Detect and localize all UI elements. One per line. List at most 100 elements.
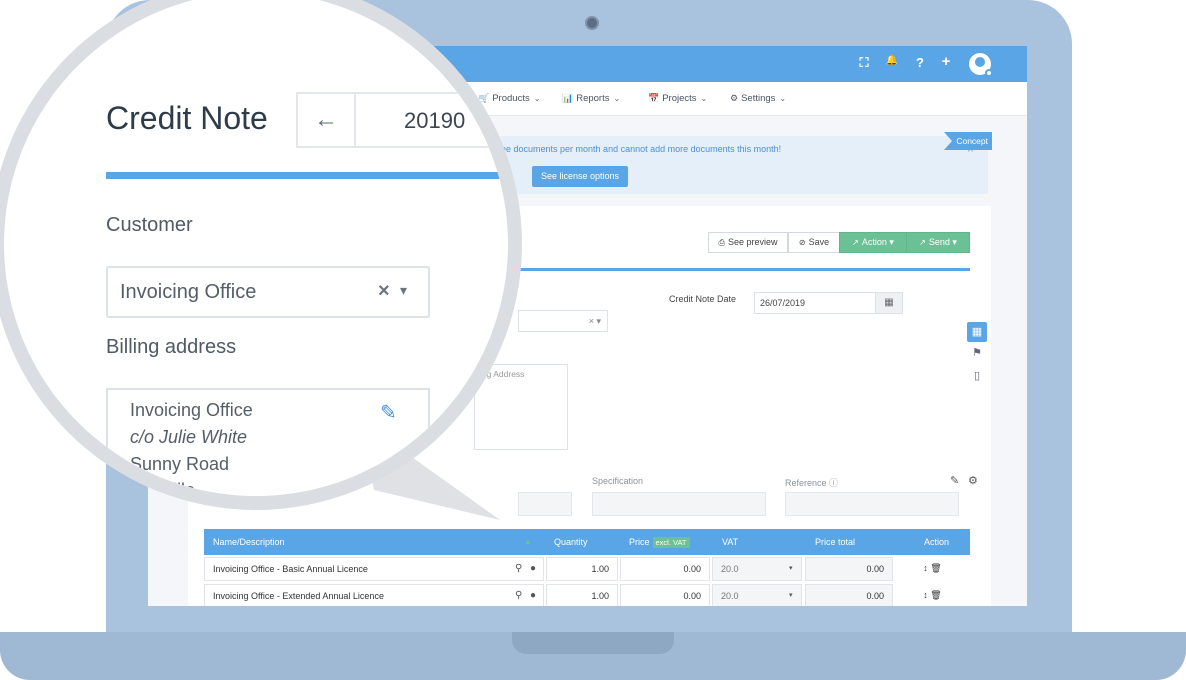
trash-icon[interactable]: 🗑 [930, 590, 941, 600]
excl-vat-badge: excl. VAT [652, 537, 690, 548]
laptop-notch [512, 632, 674, 654]
billing-address-box[interactable]: Invoicing Office c/o Julie White Sunny R… [106, 388, 430, 496]
chevron-down-icon: ⌄ [533, 94, 541, 103]
specification-field[interactable] [592, 492, 766, 516]
external-link-icon: ↗ [919, 238, 926, 247]
gear-icon[interactable]: ⚙ [968, 474, 978, 487]
help-icon[interactable]: ? [912, 55, 928, 70]
menu-label: Reports [576, 93, 610, 104]
price-field[interactable]: 0.00 [620, 584, 710, 606]
bar-chart-icon: 📊 [562, 93, 574, 103]
check-circle-icon: ⊘ [798, 238, 806, 247]
save-button[interactable]: ⊘ Save [788, 232, 840, 253]
flag-icon[interactable]: ⚑ [967, 343, 987, 363]
chevron-down-icon: ⌄ [700, 94, 708, 103]
gear-icon: ⚙ [730, 93, 739, 103]
document-icon[interactable]: ▯ [967, 366, 987, 386]
menu-reports[interactable]: 📊 Reports ⌄ [562, 93, 620, 104]
user-avatar[interactable] [969, 53, 993, 77]
action-label: Action [861, 237, 887, 247]
see-preview-button[interactable]: ⎙ See preview [708, 232, 788, 253]
header-divider [518, 268, 970, 271]
header-price-total: Price total [815, 537, 856, 547]
item-name: Invoicing Office - Extended Annual Licen… [213, 591, 384, 601]
items-table-header: Name/Description ● Quantity Price excl. V… [204, 529, 970, 555]
calendar-icon[interactable]: ▦ [967, 322, 987, 342]
page-title: Credit Note [106, 100, 268, 136]
title-divider [106, 172, 506, 179]
address-line: ...ayville [130, 480, 196, 496]
calendar-icon: 📅 [648, 93, 660, 103]
pencil-icon[interactable]: ✎ [950, 474, 959, 487]
partial-field[interactable] [518, 492, 572, 516]
menu-label: Projects [662, 93, 697, 104]
customer-label: Customer [106, 214, 193, 236]
vat-select[interactable]: 20.0 ▾ [712, 584, 802, 606]
header-vat: VAT [722, 537, 739, 547]
address-line: c/o Julie White [130, 427, 248, 447]
info-icon: ⓘ [829, 478, 839, 488]
quantity-field[interactable]: 1.00 [546, 584, 618, 606]
vat-value: 20.0 [721, 564, 739, 574]
see-license-options-button[interactable]: See license options [532, 166, 628, 187]
trash-icon[interactable]: 🗑 [930, 563, 941, 573]
tag-icon[interactable]: ● [530, 585, 536, 606]
header-action: Action [924, 537, 950, 547]
calendar-icon[interactable]: ▦ [875, 292, 903, 314]
clear-icon[interactable]: × [378, 280, 390, 303]
item-name-field[interactable]: Invoicing Office - Basic Annual Licence ⚲… [204, 557, 544, 581]
credit-note-date-field[interactable]: 26/07/2019 [754, 292, 876, 314]
document-number-nav: ← 20190 [296, 92, 508, 148]
send-label: Send [928, 237, 950, 247]
reference-field[interactable] [785, 492, 959, 516]
chevron-down-icon[interactable]: ▾ [400, 282, 407, 299]
item-name: Invoicing Office - Basic Annual Licence [213, 564, 368, 574]
menu-label: Settings [741, 93, 776, 104]
document-number: 20190 [404, 108, 466, 133]
header-name: Name/Description [213, 537, 285, 547]
magnifier-content: Credit Note ← 20190 Customer Invoicing O… [4, 0, 508, 496]
search-icon[interactable]: ⚲ [515, 558, 522, 580]
price-text: Price [629, 537, 650, 547]
price-field[interactable]: 0.00 [620, 557, 710, 581]
tag-icon[interactable]: ● [530, 558, 536, 580]
menu-projects[interactable]: 📅 Projects ⌄ [648, 93, 707, 104]
address-line: Invoicing Office [130, 400, 253, 420]
send-button[interactable]: ↗ Send ▾ [906, 232, 970, 253]
pencil-icon[interactable]: ✎ [380, 400, 397, 425]
vat-value: 20.0 [721, 591, 739, 601]
customer-value: Invoicing Office [120, 281, 257, 303]
see-preview-label: See preview [727, 237, 778, 247]
action-button[interactable]: ↗ Action ▾ [839, 232, 907, 253]
avatar-status-dot [985, 69, 993, 77]
menu-settings[interactable]: ⚙ Settings ⌄ [730, 93, 786, 104]
back-arrow-icon[interactable]: ← [298, 94, 356, 146]
alert-text: e free documents per month and cannot ad… [488, 144, 782, 154]
quantity-field[interactable]: 1.00 [546, 557, 618, 581]
caret-down-icon: ▾ [789, 592, 793, 599]
plus-icon[interactable]: + [938, 53, 954, 70]
vat-select[interactable]: 20.0 ▾ [712, 557, 802, 581]
billing-address-label: Billing address [106, 336, 237, 358]
reference-text: Reference [785, 478, 827, 488]
reference-label: Reference ⓘ [785, 476, 838, 489]
price-total: 0.00 [805, 584, 893, 606]
customer-select-small[interactable]: × ▾ [518, 310, 608, 332]
external-link-icon: ↗ [852, 238, 859, 247]
row-actions: ↕ 🗑 [895, 584, 970, 606]
bell-icon[interactable]: 🔔 [884, 55, 900, 66]
search-icon[interactable]: ⚲ [515, 585, 522, 606]
reorder-icon[interactable]: ↕ [923, 563, 928, 573]
chevron-down-icon: ⌄ [613, 94, 621, 103]
row-actions: ↕ 🗑 [895, 557, 970, 581]
reorder-icon[interactable]: ↕ [923, 590, 928, 600]
price-total: 0.00 [805, 557, 893, 581]
expand-icon[interactable]: ⛶ [856, 55, 872, 71]
webcam [585, 16, 599, 30]
caret-down-icon: ▾ [789, 565, 793, 572]
billing-address-field[interactable]: ing Address [474, 364, 568, 450]
customer-select[interactable]: Invoicing Office × ▾ [106, 266, 430, 318]
address-line: Sunny Road [130, 454, 230, 474]
item-name-field[interactable]: Invoicing Office - Extended Annual Licen… [204, 584, 544, 606]
table-row: Invoicing Office - Extended Annual Licen… [204, 584, 970, 606]
